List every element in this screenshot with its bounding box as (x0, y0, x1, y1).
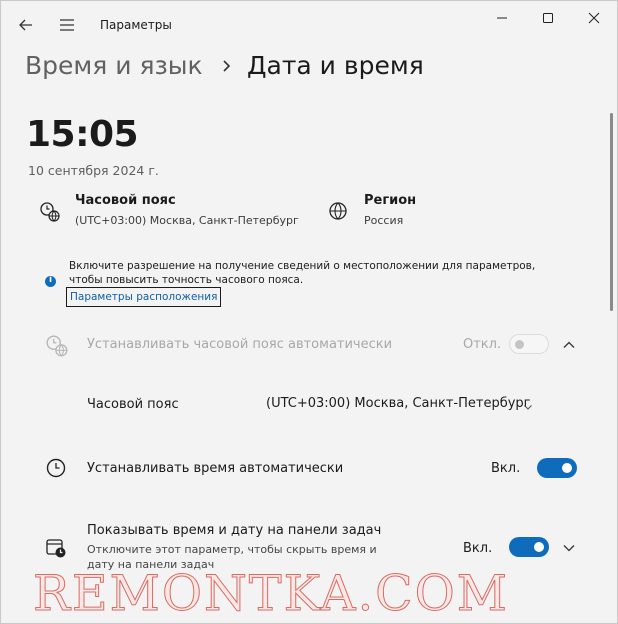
close-button[interactable] (571, 1, 617, 35)
taskbar-time-label: Показывать время и дату на панели задач (87, 523, 382, 538)
taskbar-time-toggle[interactable] (509, 537, 549, 557)
timezone-select-label: Часовой пояс (87, 397, 179, 412)
maximize-icon (543, 13, 553, 23)
close-icon (588, 12, 600, 24)
info-icon: i (45, 275, 56, 287)
location-settings-link[interactable]: Параметры расположения (66, 287, 222, 307)
region-value: Россия (364, 214, 404, 227)
auto-time-toggle[interactable] (537, 458, 577, 478)
auto-timezone-label: Устанавливать часовой пояс автоматически (87, 337, 393, 352)
clock-globe-icon (39, 201, 61, 223)
minimize-icon (497, 17, 507, 19)
region-title: Регион (364, 193, 417, 208)
auto-time-state: Вкл. (491, 461, 521, 476)
chevron-down-icon[interactable] (562, 540, 576, 554)
minimize-button[interactable] (479, 1, 525, 35)
hamburger-menu-icon[interactable] (56, 14, 78, 36)
title-bar: Параметры (1, 1, 617, 47)
scrollbar-thumb[interactable] (610, 113, 613, 311)
calendar-clock-icon (45, 537, 67, 559)
taskbar-time-state: Вкл. (463, 541, 493, 556)
timezone-value: (UTC+03:00) Москва, Санкт-Петербург (75, 214, 299, 227)
auto-timezone-toggle[interactable] (509, 334, 549, 354)
timezone-title: Часовой пояс (75, 193, 176, 208)
timezone-dropdown-value: (UTC+03:00) Москва, Санкт-Петербург (266, 396, 531, 411)
chevron-up-icon[interactable] (562, 337, 576, 351)
page-title: Дата и время (247, 51, 424, 80)
breadcrumb-parent[interactable]: Время и язык (25, 51, 203, 80)
maximize-button[interactable] (525, 1, 571, 35)
back-arrow-icon[interactable] (15, 14, 37, 36)
chevron-down-icon (522, 398, 534, 410)
location-notice-text: Включите разрешение на получение сведени… (69, 260, 536, 286)
current-date: 10 сентября 2024 г. (28, 163, 159, 178)
clock-icon (45, 457, 67, 479)
auto-timezone-state: Откл. (463, 337, 502, 352)
chevron-right-icon (220, 55, 234, 81)
clock-globe-icon (45, 334, 69, 358)
settings-window: Параметры Время и язык Дата и время 15:0… (0, 0, 618, 624)
auto-time-label: Устанавливать время автоматически (87, 461, 344, 476)
watermark: REMONTKA.COM (33, 565, 509, 623)
current-time: 15:05 (26, 114, 139, 155)
window-title: Параметры (100, 18, 172, 32)
globe-icon (328, 201, 350, 223)
